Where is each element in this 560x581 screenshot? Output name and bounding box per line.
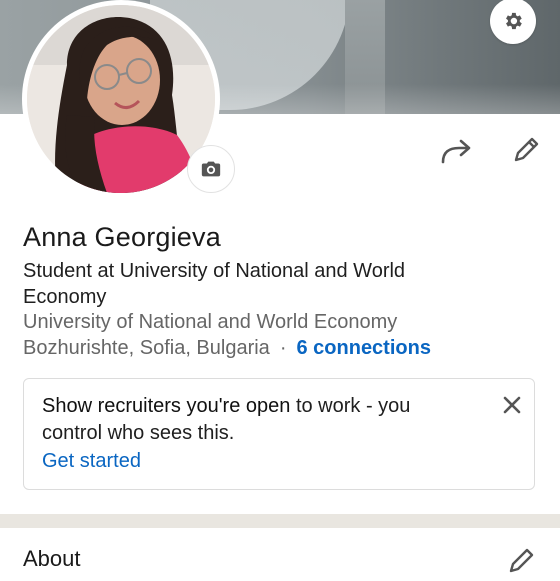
camera-icon: [201, 161, 221, 177]
get-started-link[interactable]: Get started: [42, 450, 141, 473]
separator-dot: ·: [279, 337, 287, 359]
open-to-work-message-strong: Show recruiters you're open: [42, 395, 291, 417]
profile-headline: Student at University of National and Wo…: [23, 260, 406, 308]
open-to-work-card: Show recruiters you're open to work - yo…: [23, 378, 535, 490]
share-button[interactable]: [438, 134, 474, 170]
edit-about-button[interactable]: [506, 546, 536, 581]
profile-name: Anna Georgieva: [23, 222, 221, 252]
edit-profile-button[interactable]: [508, 132, 544, 168]
profile-location: Bozhurishte, Sofia, Bulgaria: [23, 337, 270, 359]
connections-link[interactable]: 6 connections: [296, 337, 430, 359]
pencil-icon: [509, 548, 534, 573]
about-section-title: About: [23, 546, 81, 571]
pencil-icon: [514, 137, 539, 162]
open-to-work-message: Show recruiters you're open to work - yo…: [42, 393, 472, 447]
gear-icon: [506, 12, 522, 30]
profile-photo-frame: [22, 0, 235, 198]
dismiss-card-button[interactable]: [498, 391, 526, 419]
change-photo-button[interactable]: [187, 145, 235, 193]
settings-button[interactable]: [490, 0, 536, 44]
share-icon: [441, 139, 471, 164]
section-divider: [0, 514, 560, 528]
profile-organization: University of National and World Economy: [23, 311, 398, 333]
location-row: Bozhurishte, Sofia, Bulgaria · 6 connectio…: [23, 337, 431, 360]
close-icon: [503, 396, 521, 414]
